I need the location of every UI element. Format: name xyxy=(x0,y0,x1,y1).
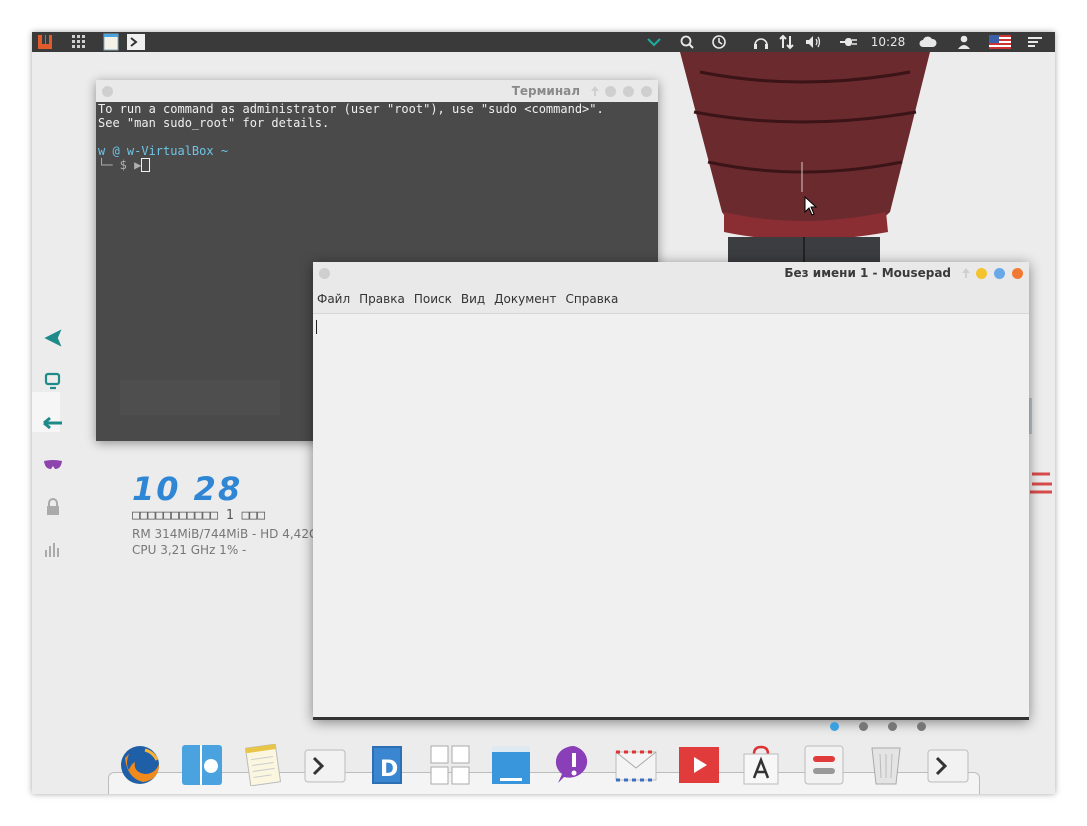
mail-icon[interactable] xyxy=(614,743,658,787)
settings-icon[interactable] xyxy=(802,743,846,787)
plane-icon[interactable] xyxy=(42,327,64,349)
appstore-icon[interactable] xyxy=(739,743,783,787)
menu-edit[interactable]: Правка xyxy=(359,292,405,306)
trash-icon[interactable] xyxy=(864,743,908,787)
terminal-titlebar[interactable]: Терминал xyxy=(96,80,658,102)
menu-file[interactable]: Файл xyxy=(317,292,350,306)
conky-line3: CPU 3,21 GHz 1% - xyxy=(132,543,247,557)
menu-view[interactable]: Вид xyxy=(461,292,485,306)
workspace-dot-4[interactable] xyxy=(917,722,926,731)
back-arrow-icon[interactable] xyxy=(42,412,64,434)
terminal-body[interactable]: To run a command as administrator (user … xyxy=(96,102,658,172)
menu-search[interactable]: Поиск xyxy=(414,292,452,306)
dock xyxy=(108,772,980,794)
youtube-icon[interactable] xyxy=(677,743,721,787)
mousepad-titlebar[interactable]: Без имени 1 - Mousepad xyxy=(313,262,1029,284)
terminal-title: Терминал xyxy=(511,84,580,98)
maximize-button[interactable] xyxy=(623,86,634,97)
notes-icon[interactable] xyxy=(100,32,122,52)
maximize-button[interactable] xyxy=(994,268,1005,279)
monitor-icon[interactable] xyxy=(42,370,64,392)
svg-text:D: D xyxy=(380,757,398,782)
grid-icon[interactable] xyxy=(68,32,90,52)
workspace-dot-3[interactable] xyxy=(888,722,897,731)
menu-lines-icon[interactable] xyxy=(1024,32,1046,52)
user-icon[interactable] xyxy=(954,32,974,52)
wallpaper-figure xyxy=(680,52,930,292)
volume-icon[interactable] xyxy=(803,32,825,52)
search-icon[interactable] xyxy=(677,32,697,52)
workspace-dot-1[interactable] xyxy=(830,722,839,731)
close-button[interactable] xyxy=(641,86,652,97)
mousepad-menubar: Файл Правка Поиск Вид Документ Справка xyxy=(313,284,1029,314)
prompt-line: └─ $ ▶ xyxy=(98,158,142,172)
right-edge-text xyxy=(1026,470,1055,500)
pin-icon[interactable] xyxy=(961,267,971,279)
terminal-artifact xyxy=(120,380,280,415)
terminal-icon[interactable] xyxy=(303,743,347,787)
conky-line2: RM 314MiB/744MiB - HD 4,42GiB xyxy=(132,527,330,541)
terminal-icon[interactable] xyxy=(125,32,147,52)
menu-help[interactable]: Справка xyxy=(566,292,619,306)
dictionary-icon[interactable]: D xyxy=(365,743,409,787)
screen-icon[interactable] xyxy=(489,743,533,787)
firefox-icon[interactable] xyxy=(118,743,162,787)
equalizer-icon[interactable] xyxy=(42,538,64,560)
mask-icon[interactable] xyxy=(42,454,64,476)
flag-us-icon[interactable] xyxy=(988,32,1012,52)
panel-clock[interactable]: 10:28 xyxy=(868,32,908,52)
close-button[interactable] xyxy=(1012,268,1023,279)
minimize-button[interactable] xyxy=(605,86,616,97)
lock-icon[interactable] xyxy=(42,496,64,518)
top-panel: 10:28 xyxy=(32,32,1055,52)
notes-icon[interactable] xyxy=(241,743,285,787)
desktop: 10:28 10 28 □□□□□□□□□□□ 1 □□□ RM 314MiB/… xyxy=(32,32,1055,794)
chevron-down-icon[interactable] xyxy=(644,32,664,52)
conky-line1: □□□□□□□□□□□ 1 □□□ xyxy=(132,508,266,523)
window-menu-icon[interactable] xyxy=(102,86,113,97)
mousepad-window[interactable]: Без имени 1 - Mousepad Файл Правка Поиск… xyxy=(313,262,1029,720)
terminal-icon[interactable] xyxy=(926,743,970,787)
pin-icon[interactable] xyxy=(590,85,600,97)
text-caret xyxy=(316,320,317,334)
menu-document[interactable]: Документ xyxy=(494,292,556,306)
power-icon[interactable] xyxy=(838,32,860,52)
history-icon[interactable] xyxy=(709,32,729,52)
prompt-user: w @ w-VirtualBox ~ xyxy=(98,144,229,158)
cloud-icon[interactable] xyxy=(917,32,939,52)
workspace-dot-2[interactable] xyxy=(859,722,868,731)
terminal-line: See "man sudo_root" for details. xyxy=(98,116,330,130)
terminal-line: To run a command as administrator (user … xyxy=(98,102,604,116)
conky-clock: 10 28 xyxy=(132,470,243,508)
window-menu-icon[interactable] xyxy=(319,268,330,279)
finder-icon[interactable] xyxy=(180,743,224,787)
mousepad-title: Без имени 1 - Mousepad xyxy=(784,266,951,280)
messages-icon[interactable] xyxy=(552,743,596,787)
mouse-pointer-icon xyxy=(804,196,818,216)
workspaces-icon[interactable] xyxy=(428,743,472,787)
terminal-cursor xyxy=(141,158,151,172)
network-icon[interactable] xyxy=(777,32,797,52)
headphones-icon[interactable] xyxy=(751,32,771,52)
minimize-button[interactable] xyxy=(976,268,987,279)
text-editor-area[interactable] xyxy=(313,314,1029,717)
app-menu-icon[interactable] xyxy=(34,32,56,52)
